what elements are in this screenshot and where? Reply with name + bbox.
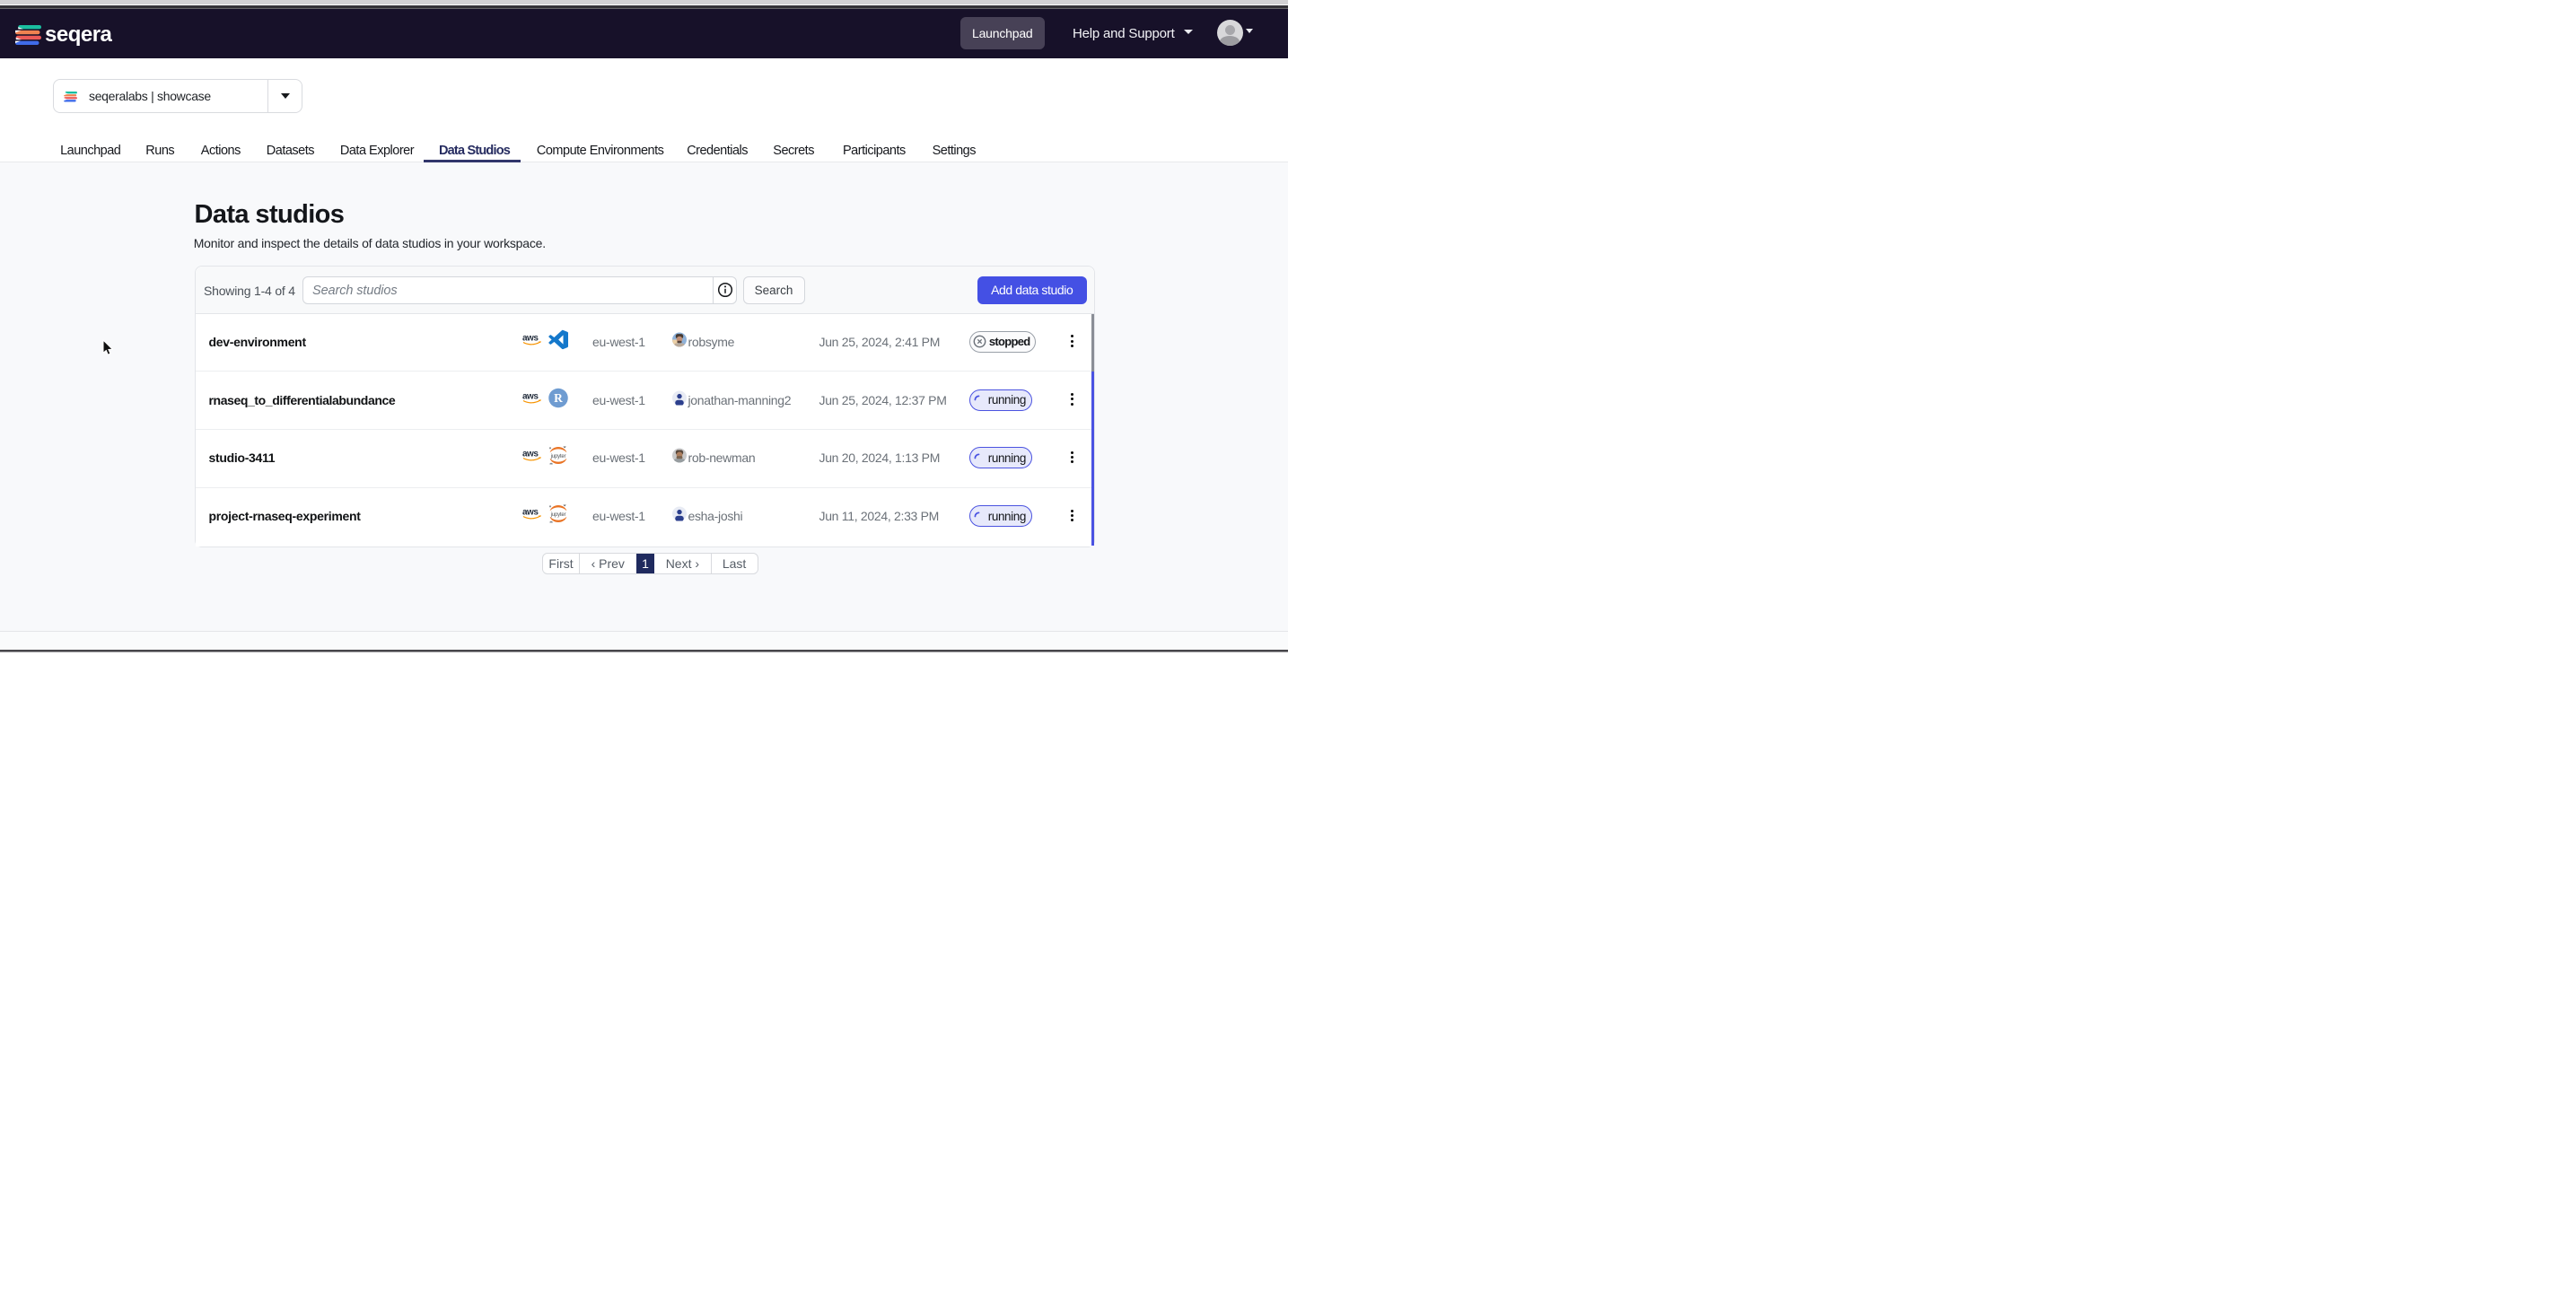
svg-text:R: R bbox=[554, 391, 563, 405]
svg-text:aws: aws bbox=[522, 391, 539, 401]
svg-text:aws: aws bbox=[522, 508, 539, 518]
svg-text:aws: aws bbox=[522, 333, 539, 343]
svg-text:jupyter: jupyter bbox=[549, 512, 565, 518]
svg-text:jupyter: jupyter bbox=[549, 454, 565, 459]
svg-text:aws: aws bbox=[522, 450, 539, 459]
